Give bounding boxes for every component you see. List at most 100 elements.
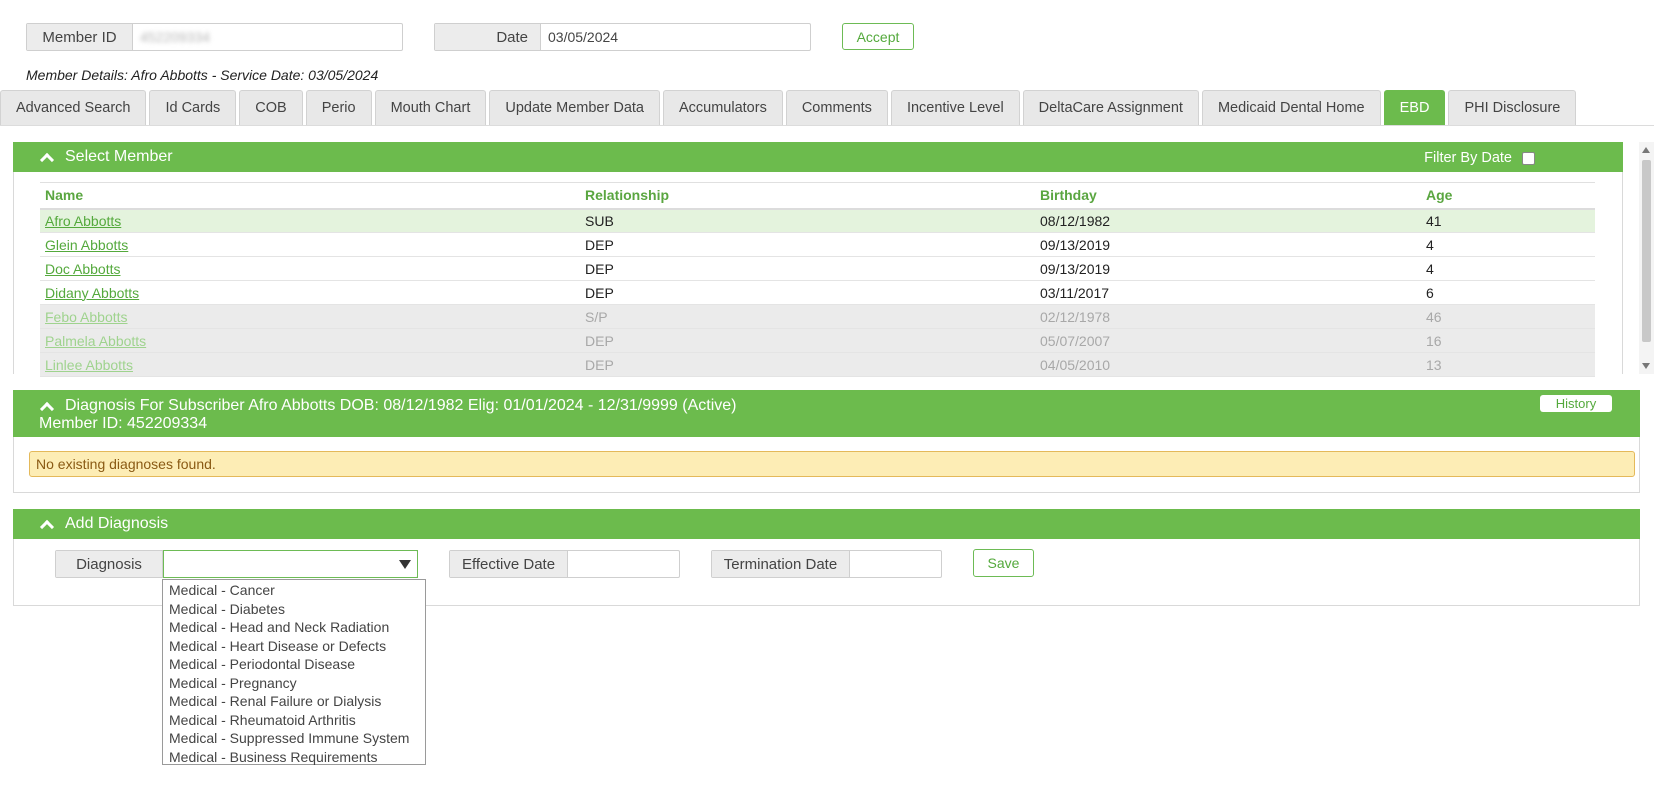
- member-age-cell: 46: [1421, 304, 1595, 329]
- diagnosis-option[interactable]: Medical - Periodontal Disease: [163, 655, 425, 674]
- diagnosis-title: Diagnosis For Subscriber Afro Abbotts DO…: [65, 397, 737, 414]
- diagnosis-option[interactable]: Medical - Heart Disease or Defects: [163, 637, 425, 656]
- tab-incentive-level[interactable]: Incentive Level: [890, 90, 1020, 125]
- diagnosis-select: Diagnosis: [55, 550, 418, 578]
- member-table: Name Relationship Birthday Age Afro Abbo…: [40, 182, 1595, 377]
- tab-cob[interactable]: COB: [239, 90, 303, 125]
- member-name-cell: Doc Abbotts: [40, 256, 580, 281]
- member-list-scrollbar[interactable]: [1639, 142, 1654, 374]
- filter-by-date-checkbox[interactable]: [1522, 151, 1535, 165]
- tab-deltacare-assignment[interactable]: DeltaCare Assignment: [1022, 90, 1199, 125]
- tab-ebd[interactable]: EBD: [1383, 90, 1446, 125]
- member-table-header: Name Relationship Birthday Age: [40, 182, 1595, 210]
- member-age-cell: 13: [1421, 352, 1595, 377]
- member-birthday-cell: 08/12/1982: [1035, 208, 1421, 233]
- select-member-header[interactable]: Select Member: [13, 142, 1623, 172]
- member-name-link[interactable]: Afro Abbotts: [45, 213, 121, 229]
- col-relationship: Relationship: [580, 182, 1035, 210]
- diagnosis-option[interactable]: Medical - Diabetes: [163, 600, 425, 619]
- table-row[interactable]: Febo Abbotts S/P 02/12/1978 46: [40, 304, 1595, 329]
- diagnosis-option[interactable]: Medical - Business Requirements: [163, 748, 425, 767]
- col-name: Name: [40, 182, 580, 210]
- diagnosis-label: Diagnosis: [56, 551, 163, 577]
- table-row[interactable]: Palmela Abbotts DEP 05/07/2007 16: [40, 328, 1595, 353]
- date-field: Date 03/05/2024: [434, 23, 811, 51]
- table-row[interactable]: Doc Abbotts DEP 09/13/2019 4: [40, 256, 1595, 281]
- table-row[interactable]: Linlee Abbotts DEP 04/05/2010 13: [40, 352, 1595, 377]
- member-birthday-cell: 02/12/1978: [1035, 304, 1421, 329]
- tab-id-cards[interactable]: Id Cards: [149, 90, 237, 125]
- tab-bar: Advanced Search Id Cards COB Perio Mouth Cha…: [0, 90, 1579, 125]
- tab-advanced-search[interactable]: Advanced Search: [0, 90, 147, 125]
- diagnosis-option[interactable]: Medical - Head and Neck Radiation: [163, 618, 425, 637]
- tab-accumulators[interactable]: Accumulators: [662, 90, 783, 125]
- member-relationship-cell: DEP: [580, 232, 1035, 257]
- diagnosis-header-text: Diagnosis For Subscriber Afro Abbotts DO…: [39, 397, 737, 433]
- member-age-cell: 6: [1421, 280, 1595, 305]
- member-id-value: 452209334: [140, 29, 211, 45]
- tab-comments[interactable]: Comments: [785, 90, 888, 125]
- scroll-thumb[interactable]: [1642, 160, 1651, 342]
- table-row[interactable]: Didany Abbotts DEP 03/11/2017 6: [40, 280, 1595, 305]
- member-name-link[interactable]: Doc Abbotts: [45, 261, 121, 277]
- termination-date-field: Termination Date: [711, 550, 942, 578]
- diagnosis-header[interactable]: Diagnosis For Subscriber Afro Abbotts DO…: [13, 390, 1640, 437]
- accept-button[interactable]: Accept: [842, 23, 914, 50]
- tab-update-member-data[interactable]: Update Member Data: [489, 90, 660, 125]
- filter-by-date: Filter By Date: [1424, 150, 1535, 166]
- diagnosis-option[interactable]: Medical - Renal Failure or Dialysis: [163, 692, 425, 711]
- diagnosis-option[interactable]: Medical - Suppressed Immune System: [163, 729, 425, 748]
- member-relationship-cell: DEP: [580, 256, 1035, 281]
- member-age-cell: 4: [1421, 256, 1595, 281]
- member-id-input[interactable]: 452209334: [133, 24, 402, 50]
- effective-date-field: Effective Date: [449, 550, 680, 578]
- effective-date-input[interactable]: [568, 551, 679, 577]
- collapse-icon[interactable]: [39, 150, 53, 164]
- diagnosis-options-list: Medical - Cancer Medical - Diabetes Medica…: [162, 579, 426, 765]
- diagnosis-option[interactable]: Medical - Rheumatoid Arthritis: [163, 711, 425, 730]
- history-button[interactable]: History: [1540, 395, 1612, 412]
- dropdown-arrow-icon[interactable]: [399, 560, 411, 569]
- tab-mouth-chart[interactable]: Mouth Chart: [374, 90, 487, 125]
- member-relationship-cell: SUB: [580, 208, 1035, 233]
- tab-phi-disclosure[interactable]: PHI Disclosure: [1448, 90, 1577, 125]
- member-birthday-cell: 09/13/2019: [1035, 256, 1421, 281]
- member-name-link[interactable]: Palmela Abbotts: [45, 333, 146, 349]
- member-name-cell: Glein Abbotts: [40, 232, 580, 257]
- select-member-title: Select Member: [65, 148, 173, 165]
- member-age-cell: 16: [1421, 328, 1595, 353]
- member-name-link[interactable]: Linlee Abbotts: [45, 357, 133, 373]
- diagnosis-option[interactable]: Medical - Pregnancy: [163, 674, 425, 693]
- scroll-down-icon[interactable]: [1642, 363, 1650, 369]
- member-name-link[interactable]: Glein Abbotts: [45, 237, 128, 253]
- col-age: Age: [1421, 182, 1595, 210]
- member-name-link[interactable]: Didany Abbotts: [45, 285, 139, 301]
- collapse-icon[interactable]: [39, 399, 53, 413]
- tab-medicaid-dental-home[interactable]: Medicaid Dental Home: [1201, 90, 1381, 125]
- date-input[interactable]: 03/05/2024: [541, 24, 810, 50]
- tab-perio[interactable]: Perio: [305, 90, 372, 125]
- table-row[interactable]: Afro Abbotts SUB 08/12/1982 41: [40, 208, 1595, 233]
- member-details: Member Details: Afro Abbotts - Service D…: [26, 67, 379, 83]
- member-name-cell: Afro Abbotts: [40, 208, 580, 233]
- member-name-cell: Febo Abbotts: [40, 304, 580, 329]
- table-row[interactable]: Glein Abbotts DEP 09/13/2019 4: [40, 232, 1595, 257]
- member-relationship-cell: S/P: [580, 304, 1035, 329]
- termination-date-input[interactable]: [850, 551, 941, 577]
- save-button[interactable]: Save: [973, 549, 1034, 577]
- diagnosis-option[interactable]: Medical - Cancer: [163, 581, 425, 600]
- date-label: Date: [435, 24, 541, 50]
- collapse-icon[interactable]: [39, 517, 53, 531]
- member-name-link[interactable]: Febo Abbotts: [45, 309, 128, 325]
- member-relationship-cell: DEP: [580, 328, 1035, 353]
- termination-date-label: Termination Date: [712, 551, 850, 577]
- scroll-up-icon[interactable]: [1642, 147, 1650, 153]
- member-birthday-cell: 09/13/2019: [1035, 232, 1421, 257]
- col-birthday: Birthday: [1035, 182, 1421, 210]
- diagnosis-dropdown[interactable]: [163, 550, 418, 578]
- diagnosis-member-id: Member ID: 452209334: [39, 415, 208, 432]
- add-diagnosis-header[interactable]: Add Diagnosis: [13, 509, 1640, 539]
- effective-date-label: Effective Date: [450, 551, 568, 577]
- tab-divider: [0, 125, 1654, 126]
- member-id-label: Member ID: [27, 24, 133, 50]
